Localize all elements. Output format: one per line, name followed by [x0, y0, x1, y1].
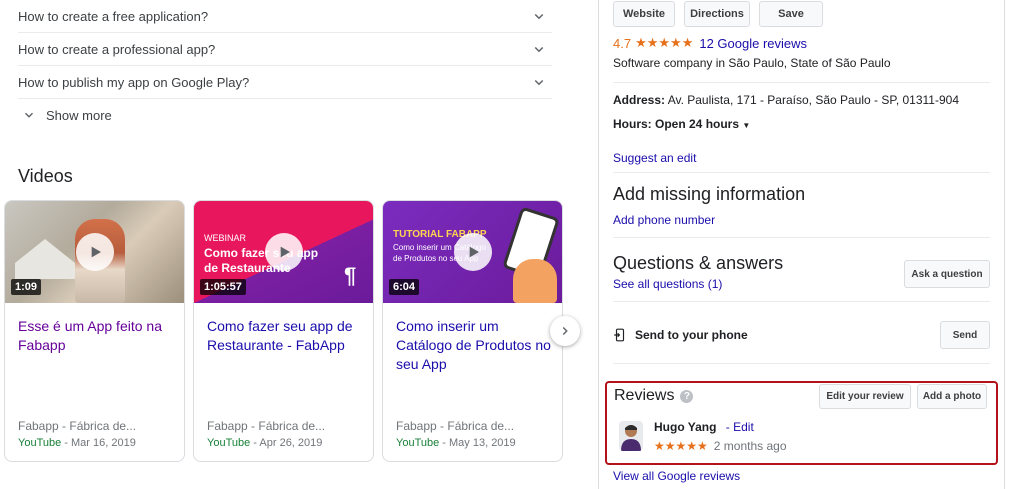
- faq-question: How to create a professional app?: [18, 41, 216, 57]
- video-duration: 6:04: [389, 279, 420, 295]
- video-duration: 1:09: [11, 279, 42, 295]
- send-to-phone-icon: [614, 328, 625, 342]
- divider: [613, 301, 990, 302]
- show-more-label: Show more: [46, 107, 112, 123]
- play-icon: [264, 233, 303, 271]
- avatar[interactable]: [619, 421, 643, 451]
- video-source: YouTube - Mar 16, 2019: [18, 437, 136, 449]
- see-questions-link[interactable]: See all questions (1): [613, 277, 722, 291]
- edit-review-button[interactable]: Edit your review: [819, 384, 911, 409]
- address-value: Av. Paulista, 171 - Paraíso, São Paulo -…: [665, 93, 959, 107]
- send-to-phone-label: Send to your phone: [635, 328, 748, 342]
- video-source: YouTube - May 13, 2019: [396, 437, 516, 449]
- chevron-down-icon: [25, 112, 33, 118]
- review-time: 2 months ago: [713, 439, 787, 453]
- faq-item[interactable]: How to create a professional app?: [18, 32, 552, 65]
- faq-question: How to create a free application?: [18, 8, 209, 24]
- video-card[interactable]: TUTORIAL FABAPP Como inserir um Catálogo…: [382, 200, 563, 462]
- divider: [613, 363, 990, 364]
- hand-illustration: [513, 259, 557, 303]
- video-duration: 1:05:57: [200, 279, 246, 295]
- hours-dropdown[interactable]: Hours: Open 24 hours ▼: [613, 117, 750, 131]
- fork-knife-icon: ¶: [344, 263, 357, 288]
- help-icon[interactable]: ?: [680, 389, 694, 403]
- send-button[interactable]: Send: [940, 321, 990, 349]
- review-author[interactable]: Hugo Yang: [654, 420, 716, 434]
- video-channel: Fabapp - Fábrica de...: [396, 419, 515, 433]
- video-thumbnail[interactable]: 1:09: [5, 201, 184, 303]
- hours-value: Open 24 hours: [651, 117, 740, 131]
- thumb-caption: WEBINAR: [204, 233, 247, 243]
- carousel-next-button[interactable]: [550, 316, 580, 346]
- suggest-edit-link[interactable]: Suggest an edit: [613, 151, 696, 165]
- review-author-row: Hugo Yang - Edit: [654, 420, 754, 434]
- edit-review-link[interactable]: - Edit: [726, 420, 754, 434]
- add-phone-link[interactable]: Add phone number: [613, 213, 715, 227]
- play-icon: [453, 233, 492, 271]
- video-card[interactable]: 1:09 Esse é um App feito na Fabapp Fabap…: [4, 200, 185, 462]
- video-thumbnail[interactable]: WEBINAR Como fazer seu app de Restaurant…: [194, 201, 373, 303]
- chevron-down-icon: [534, 79, 544, 86]
- faq-item[interactable]: How to publish my app on Google Play?: [18, 65, 552, 98]
- chevron-right-icon: [562, 327, 568, 335]
- video-thumbnail[interactable]: TUTORIAL FABAPP Como inserir um Catálogo…: [383, 201, 562, 303]
- business-category: Software company in São Paulo, State of …: [613, 56, 891, 70]
- review-meta: ★★★★★ 2 months ago: [654, 439, 787, 453]
- review-stars-icon: ★★★★★: [654, 439, 708, 453]
- qa-heading: Questions & answers: [613, 253, 784, 273]
- missing-info-heading: Add missing information: [613, 184, 806, 204]
- video-channel: Fabapp - Fábrica de...: [18, 419, 137, 433]
- video-platform: YouTube: [207, 437, 251, 449]
- caret-down-icon: ▼: [742, 121, 751, 130]
- video-date: - Mar 16, 2019: [61, 437, 136, 449]
- video-date: - Apr 26, 2019: [250, 437, 323, 449]
- videos-heading: Videos: [18, 166, 73, 186]
- divider: [613, 82, 990, 83]
- video-platform: YouTube: [396, 437, 440, 449]
- add-photo-button[interactable]: Add a photo: [917, 384, 987, 409]
- video-title[interactable]: Como inserir um Catálogo de Produtos no …: [396, 317, 556, 374]
- tent-shape: [15, 239, 75, 279]
- chevron-down-icon: [534, 13, 544, 20]
- faq-list: How to create a free application? How to…: [18, 0, 552, 131]
- ask-question-button[interactable]: Ask a question: [904, 260, 990, 288]
- show-more-button[interactable]: Show more: [18, 98, 552, 131]
- video-date: - May 13, 2019: [439, 437, 516, 449]
- chevron-down-icon: [534, 46, 544, 53]
- video-title[interactable]: Esse é um App feito na Fabapp: [18, 317, 178, 355]
- video-card[interactable]: WEBINAR Como fazer seu app de Restaurant…: [193, 200, 374, 462]
- divider: [613, 237, 990, 238]
- view-all-reviews-link[interactable]: View all Google reviews: [613, 469, 740, 483]
- divider: [613, 172, 990, 173]
- rating-stars-icon: ★★★★★: [635, 35, 694, 50]
- hours-label: Hours:: [613, 117, 652, 131]
- reviews-heading: Reviews: [614, 387, 675, 404]
- save-button[interactable]: Save: [759, 1, 823, 27]
- send-to-phone-row[interactable]: Send to your phone: [613, 328, 748, 342]
- directions-button[interactable]: Directions: [684, 1, 750, 27]
- website-button[interactable]: Website: [613, 1, 675, 27]
- video-platform: YouTube: [18, 437, 62, 449]
- reviews-header: Reviews ?: [614, 387, 694, 405]
- address-label: Address:: [613, 93, 666, 107]
- play-icon: [75, 233, 114, 271]
- video-channel: Fabapp - Fábrica de...: [207, 419, 326, 433]
- address-line: Address: Av. Paulista, 171 - Paraíso, Sã…: [613, 93, 959, 107]
- rating-row: 4.7 ★★★★★ 12 Google reviews: [613, 35, 807, 51]
- faq-item[interactable]: How to create a free application?: [18, 0, 552, 32]
- rating-value: 4.7: [613, 35, 632, 51]
- video-title[interactable]: Como fazer seu app de Restaurante - FabA…: [207, 317, 367, 355]
- faq-question: How to publish my app on Google Play?: [18, 74, 250, 90]
- video-source: YouTube - Apr 26, 2019: [207, 437, 322, 449]
- google-reviews-link[interactable]: 12 Google reviews: [699, 36, 807, 51]
